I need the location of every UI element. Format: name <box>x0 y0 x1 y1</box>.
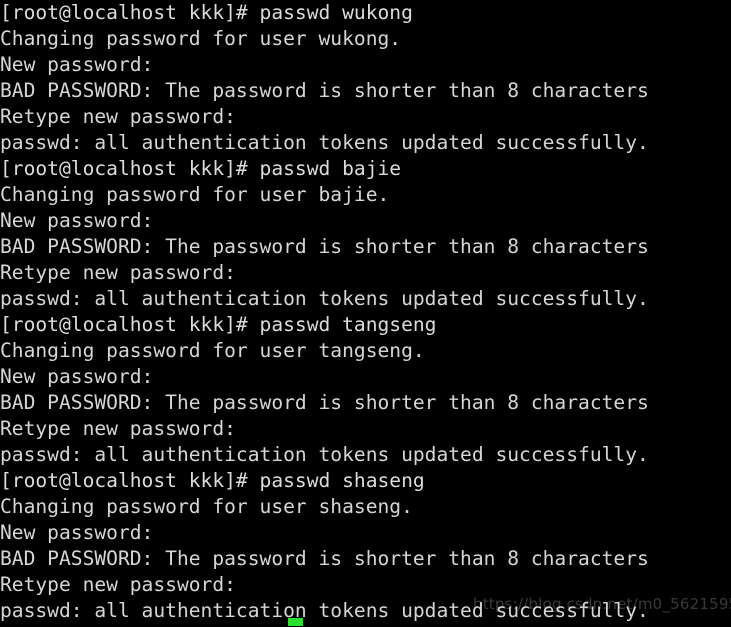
terminal-line: BAD PASSWORD: The password is shorter th… <box>0 391 649 414</box>
terminal-line: Changing password for user bajie. <box>0 183 390 206</box>
terminal-output: [root@localhost kkk]# passwd wukong Chang… <box>0 0 731 624</box>
terminal-line: New password: <box>0 53 154 76</box>
terminal-line: passwd: all authentication tokens update… <box>0 443 649 466</box>
terminal-line: New password: <box>0 365 154 388</box>
terminal-line: [root@localhost kkk]# passwd tangseng <box>0 313 437 336</box>
terminal-line: New password: <box>0 209 154 232</box>
terminal-line: passwd: all authentication tokens update… <box>0 287 649 310</box>
terminal-line: Retype new password: <box>0 105 236 128</box>
terminal-line: Changing password for user wukong. <box>0 27 402 50</box>
terminal-line: Changing password for user tangseng. <box>0 339 425 362</box>
terminal-line: New password: <box>0 521 154 544</box>
terminal-window[interactable]: [root@localhost kkk]# passwd wukong Chang… <box>0 0 731 627</box>
terminal-line: [root@localhost kkk]# passwd bajie <box>0 157 402 180</box>
terminal-line: BAD PASSWORD: The password is shorter th… <box>0 547 649 570</box>
terminal-line: Retype new password: <box>0 417 236 440</box>
terminal-line: BAD PASSWORD: The password is shorter th… <box>0 235 649 258</box>
terminal-cursor <box>288 618 303 626</box>
terminal-line: [root@localhost kkk]# passwd shaseng <box>0 469 425 492</box>
terminal-line: [root@localhost kkk]# passwd wukong <box>0 1 413 24</box>
terminal-line: passwd: all authentication tokens update… <box>0 131 649 154</box>
terminal-line: Retype new password: <box>0 573 236 596</box>
terminal-line: Changing password for user shaseng. <box>0 495 413 518</box>
terminal-line: passwd: all authentication tokens update… <box>0 599 649 622</box>
terminal-line: BAD PASSWORD: The password is shorter th… <box>0 79 649 102</box>
terminal-line: Retype new password: <box>0 261 236 284</box>
